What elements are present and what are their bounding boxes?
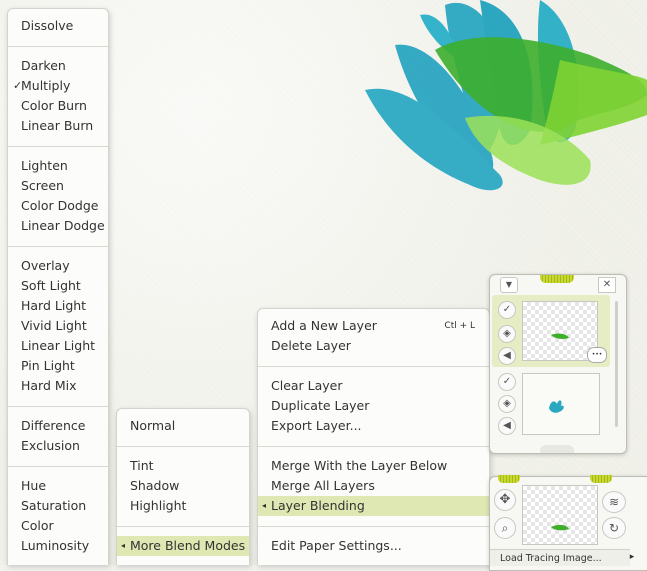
tracing-panel: ✥ ⌕ ≋ ↻ Load Tracing Image... ▸ [489, 475, 647, 571]
close-button[interactable]: ✕ [598, 277, 616, 293]
more-blend-modes-menu: Normal Tint Shadow Highlight ◂ More Blend… [116, 408, 250, 565]
tracing-thumbnail-art [551, 524, 569, 531]
close-icon: ✕ [602, 279, 612, 290]
layer-row-2[interactable]: ✓ ◈ ◀ [492, 371, 610, 437]
load-tracing-image-button[interactable]: Load Tracing Image... [490, 549, 630, 566]
zoom-icon[interactable]: ⌕ [494, 517, 516, 539]
submenu-arrow-icon: ◂ [262, 501, 267, 510]
more-icon: ••• [591, 351, 603, 358]
delete-layer-item[interactable]: Delete Layer [258, 336, 489, 356]
blend-multiply[interactable]: ✓ Multiply [8, 76, 108, 96]
blend-difference[interactable]: Difference [8, 416, 108, 436]
visibility-check-icon[interactable]: ✓ [498, 301, 516, 319]
merge-all-item[interactable]: Merge All Layers [258, 476, 489, 496]
rotate-icon[interactable]: ↻ [602, 517, 626, 539]
clear-layer-item[interactable]: Clear Layer [258, 376, 489, 396]
layer-menu-arrow-icon[interactable]: ◀ [498, 347, 516, 365]
blend-exclusion[interactable]: Exclusion [8, 436, 108, 456]
lock-alpha-icon[interactable]: ◈ [498, 395, 516, 413]
layers-stack-icon[interactable]: ≋ [602, 491, 626, 513]
blend-color-burn[interactable]: Color Burn [8, 96, 108, 116]
blend-linear-dodge[interactable]: Linear Dodge [8, 216, 108, 236]
blend-luminosity[interactable]: Luminosity [8, 536, 108, 556]
blend-dissolve[interactable]: Dissolve [8, 16, 108, 36]
move-icon[interactable]: ✥ [494, 489, 516, 511]
blend-soft-light[interactable]: Soft Light [8, 276, 108, 296]
panel-grip-icon[interactable] [540, 275, 574, 283]
blend-vivid-light[interactable]: Vivid Light [8, 316, 108, 336]
blend-saturation[interactable]: Saturation [8, 496, 108, 516]
blend-mode-menu: Dissolve Darken ✓ Multiply Color Burn Lin… [7, 8, 109, 565]
merge-below-item[interactable]: Merge With the Layer Below [258, 456, 489, 476]
blend-darken[interactable]: Darken [8, 56, 108, 76]
blend-color-dodge[interactable]: Color Dodge [8, 196, 108, 216]
chevron-right-icon: ▸ [629, 552, 635, 562]
blend-hard-light[interactable]: Hard Light [8, 296, 108, 316]
panel-grip-icon[interactable] [498, 475, 520, 483]
blend-overlay[interactable]: Overlay [8, 256, 108, 276]
duplicate-layer-item[interactable]: Duplicate Layer [258, 396, 489, 416]
layer-thumbnail[interactable] [522, 373, 600, 435]
layer-thumbnail-art [549, 400, 564, 413]
blend-lighten[interactable]: Lighten [8, 156, 108, 176]
mode-more-blend-modes[interactable]: ◂ More Blend Modes [117, 536, 249, 556]
blend-linear-light[interactable]: Linear Light [8, 336, 108, 356]
layers-scrollbar[interactable] [615, 301, 618, 427]
blend-linear-burn[interactable]: Linear Burn [8, 116, 108, 136]
blend-hard-mix[interactable]: Hard Mix [8, 376, 108, 396]
mode-normal[interactable]: Normal [117, 416, 249, 436]
shortcut-label: Ctl + L [444, 321, 475, 331]
layer-row-1[interactable]: ✓ ◈ ◀ ••• [492, 295, 610, 367]
panel-grip-icon-right[interactable] [590, 475, 612, 483]
blend-hue[interactable]: Hue [8, 476, 108, 496]
mode-tint[interactable]: Tint [117, 456, 249, 476]
mode-shadow[interactable]: Shadow [117, 476, 249, 496]
layer-menu: Add a New Layer Ctl + L Delete Layer Clea… [257, 308, 490, 565]
submenu-arrow-icon: ◂ [121, 541, 126, 550]
blend-color[interactable]: Color [8, 516, 108, 536]
panel-bottom-grip[interactable] [540, 445, 574, 453]
layers-dropdown-button[interactable]: ▼ [500, 277, 518, 293]
layer-thumbnail-art [551, 333, 569, 339]
mode-highlight[interactable]: Highlight [117, 496, 249, 516]
layers-panel: ▼ ✕ ✓ ◈ ◀ ••• ✓ ◈ ◀ [489, 274, 627, 454]
layer-menu-arrow-icon[interactable]: ◀ [498, 417, 516, 435]
next-arrow-button[interactable]: ▸ [624, 549, 640, 566]
tracing-thumbnail[interactable] [522, 485, 598, 545]
blend-screen[interactable]: Screen [8, 176, 108, 196]
edit-paper-settings-item[interactable]: Edit Paper Settings... [258, 536, 489, 556]
export-layer-item[interactable]: Export Layer... [258, 416, 489, 436]
check-icon: ✓ [13, 79, 23, 92]
lock-alpha-icon[interactable]: ◈ [498, 325, 516, 343]
layer-blending-item[interactable]: ◂ Layer Blending [258, 496, 489, 516]
visibility-check-icon[interactable]: ✓ [498, 373, 516, 391]
blend-pin-light[interactable]: Pin Light [8, 356, 108, 376]
more-options-button[interactable]: ••• [587, 347, 607, 363]
add-new-layer-item[interactable]: Add a New Layer Ctl + L [258, 316, 489, 336]
